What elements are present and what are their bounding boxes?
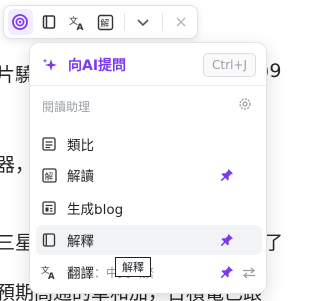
pin-icon[interactable] [220,232,234,251]
gear-icon [239,98,251,110]
chevron-down-icon [137,19,149,27]
menu-item-explain[interactable]: 解釋 [36,225,262,255]
selection-toolbar: 文 A 解 [3,5,198,39]
pin-icon[interactable] [220,167,234,186]
svg-text:A: A [76,23,83,31]
explain-button[interactable]: 解 [94,9,119,35]
menu-item-analogy[interactable]: 類比 [36,129,262,159]
blog-icon [41,200,57,216]
swap-language-icon[interactable] [242,265,256,284]
explain-icon: 解 [98,14,114,30]
translate-button[interactable]: 文 A [65,9,90,35]
book-icon [42,15,56,29]
translate-icon: 文 A [69,15,84,31]
ask-ai-label: 向AI提問 [68,58,127,74]
shortcut-badge: Ctrl+J [203,53,256,77]
menu-item-generate-blog[interactable]: 生成blog [36,193,262,223]
book-icon [41,232,57,248]
sparkle-icon [42,58,57,71]
menu-item-label: 生成blog [67,202,124,218]
menu-item-label: 解釋 [67,234,94,250]
tooltip: 解釋 [115,257,151,277]
close-icon [176,17,186,27]
toolbar-divider [124,13,125,31]
svg-text:解: 解 [44,171,53,182]
ai-assistant-button[interactable] [8,9,33,35]
menu-item-label: 類比 [67,138,94,154]
svg-text:解: 解 [100,17,109,29]
menu-item-interpret[interactable]: 解 解讀 [36,160,262,190]
pin-icon[interactable] [220,264,234,283]
svg-text:A: A [48,272,55,280]
settings-button[interactable] [238,96,252,115]
menu-item-label: 解讀 [67,169,94,185]
menu-divider [30,85,266,86]
section-title: 閱讀助理 [42,100,91,114]
translate-icon: 文 A [41,264,57,280]
ai-logo-icon [12,14,29,30]
list-icon [41,136,57,152]
ask-ai-item[interactable]: 向AI提問 Ctrl+J [38,51,260,79]
close-toolbar-button[interactable] [168,9,193,35]
menu-item-label: 翻譯 [67,266,94,282]
book-button[interactable] [37,9,62,35]
explain-icon: 解 [41,167,57,183]
more-dropdown-button[interactable] [131,9,156,35]
toolbar-divider [161,13,163,31]
